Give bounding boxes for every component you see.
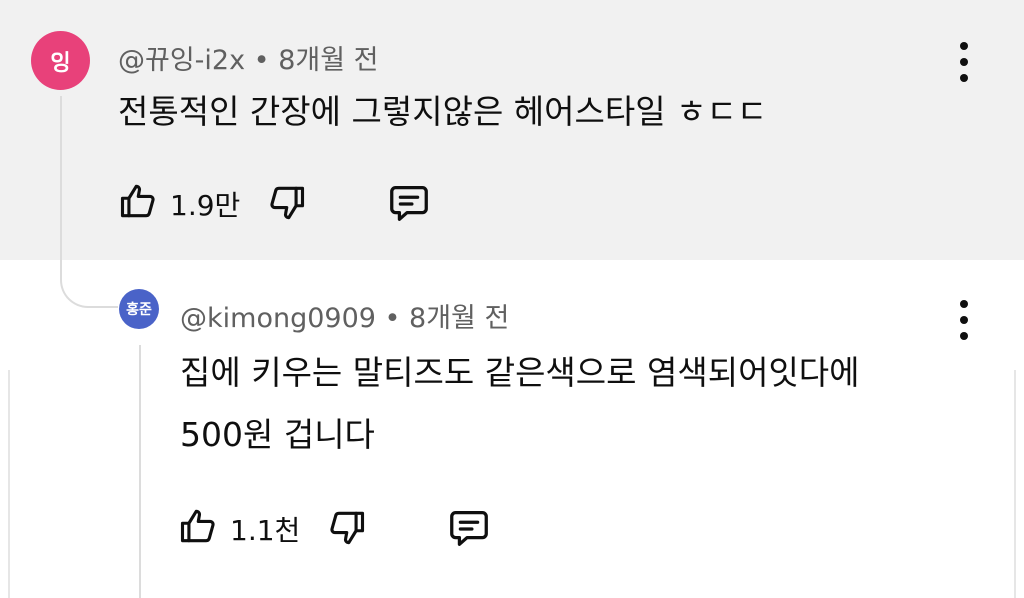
left-edge-divider: [8, 370, 10, 598]
reply-button[interactable]: [386, 180, 432, 226]
more-vertical-icon: [960, 300, 968, 308]
reply-text-line: 500원 겁니다: [180, 415, 375, 454]
reply-dislike-button[interactable]: [324, 506, 368, 550]
reply-like-button[interactable]: [177, 504, 221, 548]
meta-separator: •: [375, 303, 410, 334]
avatar[interactable]: 잉: [31, 31, 90, 90]
thumbs-up-icon: [120, 184, 155, 218]
more-vertical-icon: [960, 42, 968, 50]
like-count: 1.9만: [170, 189, 241, 222]
reply-text-line: 집에 키우는 말티즈도 같은색으로 염색되어잇다에: [180, 353, 860, 392]
reply-header: @kimong0909 • 8개월 전: [180, 296, 509, 335]
thumbs-up-icon: [180, 509, 215, 543]
comment-header: @뀨잉-i2x • 8개월 전: [118, 38, 378, 77]
right-edge-divider: [1014, 370, 1016, 598]
reply-comment-icon: [450, 511, 488, 546]
comment-time[interactable]: 8개월 전: [278, 45, 378, 76]
reply-comment-icon: [390, 186, 428, 221]
comment-menu-button[interactable]: [958, 42, 970, 82]
avatar-initial: 홍준: [126, 302, 152, 318]
comment-author[interactable]: @뀨잉-i2x: [118, 45, 245, 76]
thumbs-down-icon: [270, 186, 305, 220]
reply-text: 집에 키우는 말티즈도 같은색으로 염색되어잇다에 500원 겁니다: [180, 345, 860, 463]
reply-author[interactable]: @kimong0909: [180, 303, 376, 334]
reply-time[interactable]: 8개월 전: [409, 303, 509, 334]
reply-like-count: 1.1천: [230, 514, 301, 547]
thread-line: [60, 96, 62, 264]
comment-text: 전통적인 간장에 그렇지않은 헤어스타일 ㅎㄷㄷ: [118, 92, 768, 131]
avatar-initial: 잉: [50, 50, 71, 76]
reply-menu-button[interactable]: [958, 300, 970, 340]
meta-separator: •: [245, 45, 279, 76]
like-button[interactable]: [117, 179, 161, 223]
reply-reply-button[interactable]: [446, 505, 492, 551]
reply-thread-line: [139, 345, 141, 598]
dislike-button[interactable]: [264, 181, 308, 225]
reply-avatar[interactable]: 홍준: [119, 289, 159, 329]
thread-connector-curve: [60, 240, 118, 308]
thumbs-down-icon: [330, 511, 365, 545]
